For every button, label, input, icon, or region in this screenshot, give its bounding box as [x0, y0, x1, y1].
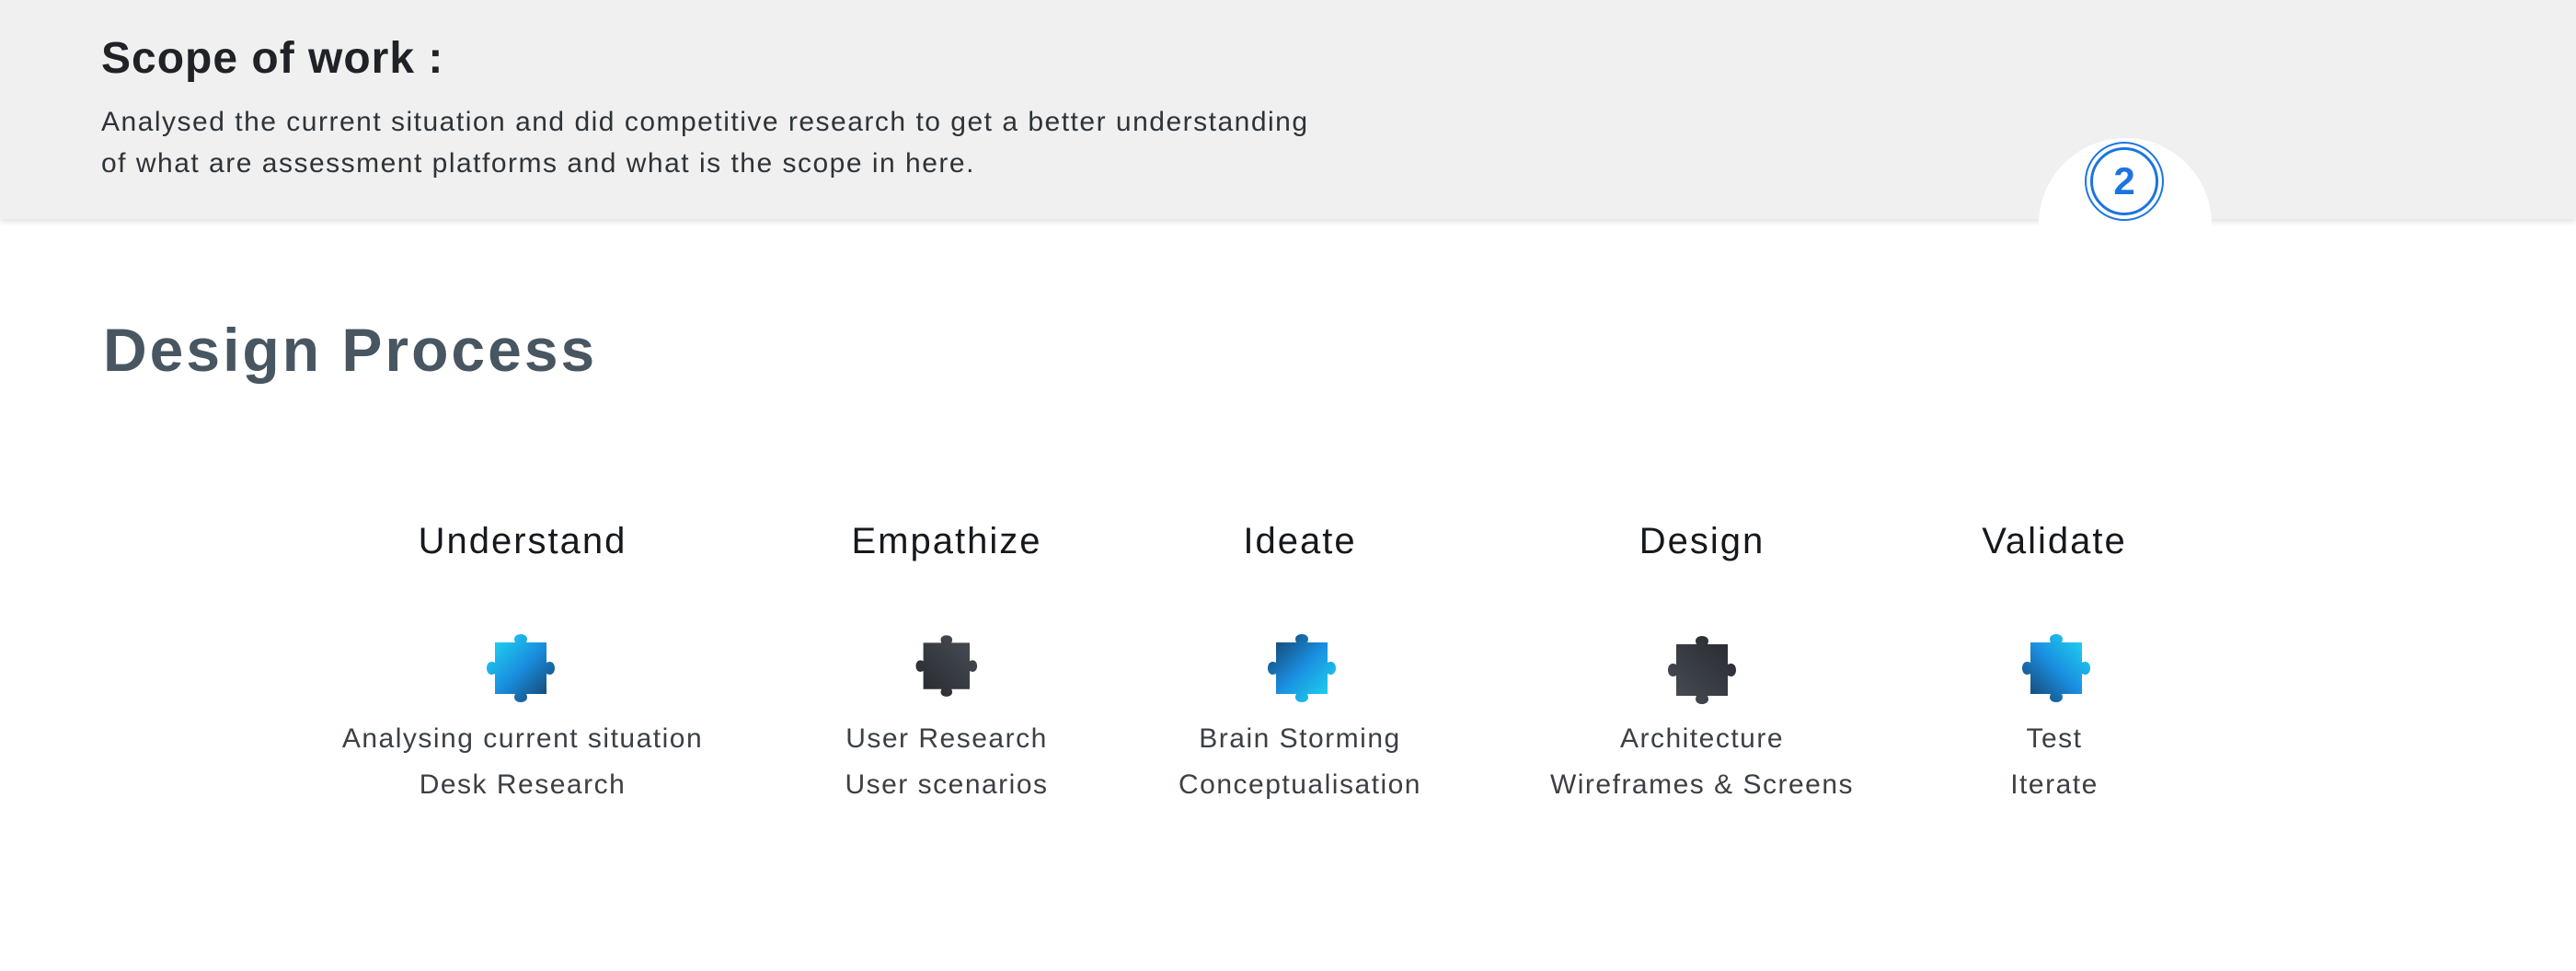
- scope-description-line: Analysed the current situation and did c…: [101, 107, 1309, 137]
- step-ideate: Ideate Brain Storming Conceptualisation: [1079, 515, 1521, 800]
- step-items: Analysing current situation Desk Researc…: [302, 716, 743, 808]
- section-title: Design Process: [103, 316, 598, 384]
- step-validate: Validate Test Iterate: [1834, 515, 2275, 800]
- step-item: Analysing current situation: [341, 723, 704, 754]
- scope-description: Analysed the current situation and did c…: [101, 101, 1444, 184]
- step-items: Brain Storming Conceptualisation: [1079, 716, 1521, 808]
- step-title: Validate: [1982, 521, 2127, 561]
- step-item: Conceptualisation: [1179, 769, 1421, 800]
- puzzle-piece-icon: [891, 604, 1002, 714]
- step-item: Brain Storming: [1199, 723, 1401, 754]
- scope-description-line: of what are assessment platforms and wha…: [101, 148, 975, 179]
- page-number-badge: 2: [2085, 142, 2164, 221]
- step-items: Test Iterate: [1834, 716, 2275, 808]
- step-item: Iterate: [2010, 769, 2099, 800]
- puzzle-piece-icon: [1999, 604, 2110, 714]
- puzzle-piece-icon: [1647, 604, 1757, 714]
- step-title: Ideate: [1243, 521, 1357, 561]
- step-item: Test: [2026, 723, 2083, 754]
- puzzle-piece-icon: [467, 604, 578, 714]
- page-number: 2: [2113, 159, 2135, 202]
- puzzle-piece-icon: [1245, 604, 1355, 714]
- step-title: Understand: [418, 521, 627, 561]
- scope-title: Scope of work :: [101, 34, 444, 83]
- page-number-ring: 2: [2090, 147, 2158, 215]
- step-item: Desk Research: [419, 769, 627, 800]
- step-understand: Understand Analysing current situation D…: [302, 515, 743, 800]
